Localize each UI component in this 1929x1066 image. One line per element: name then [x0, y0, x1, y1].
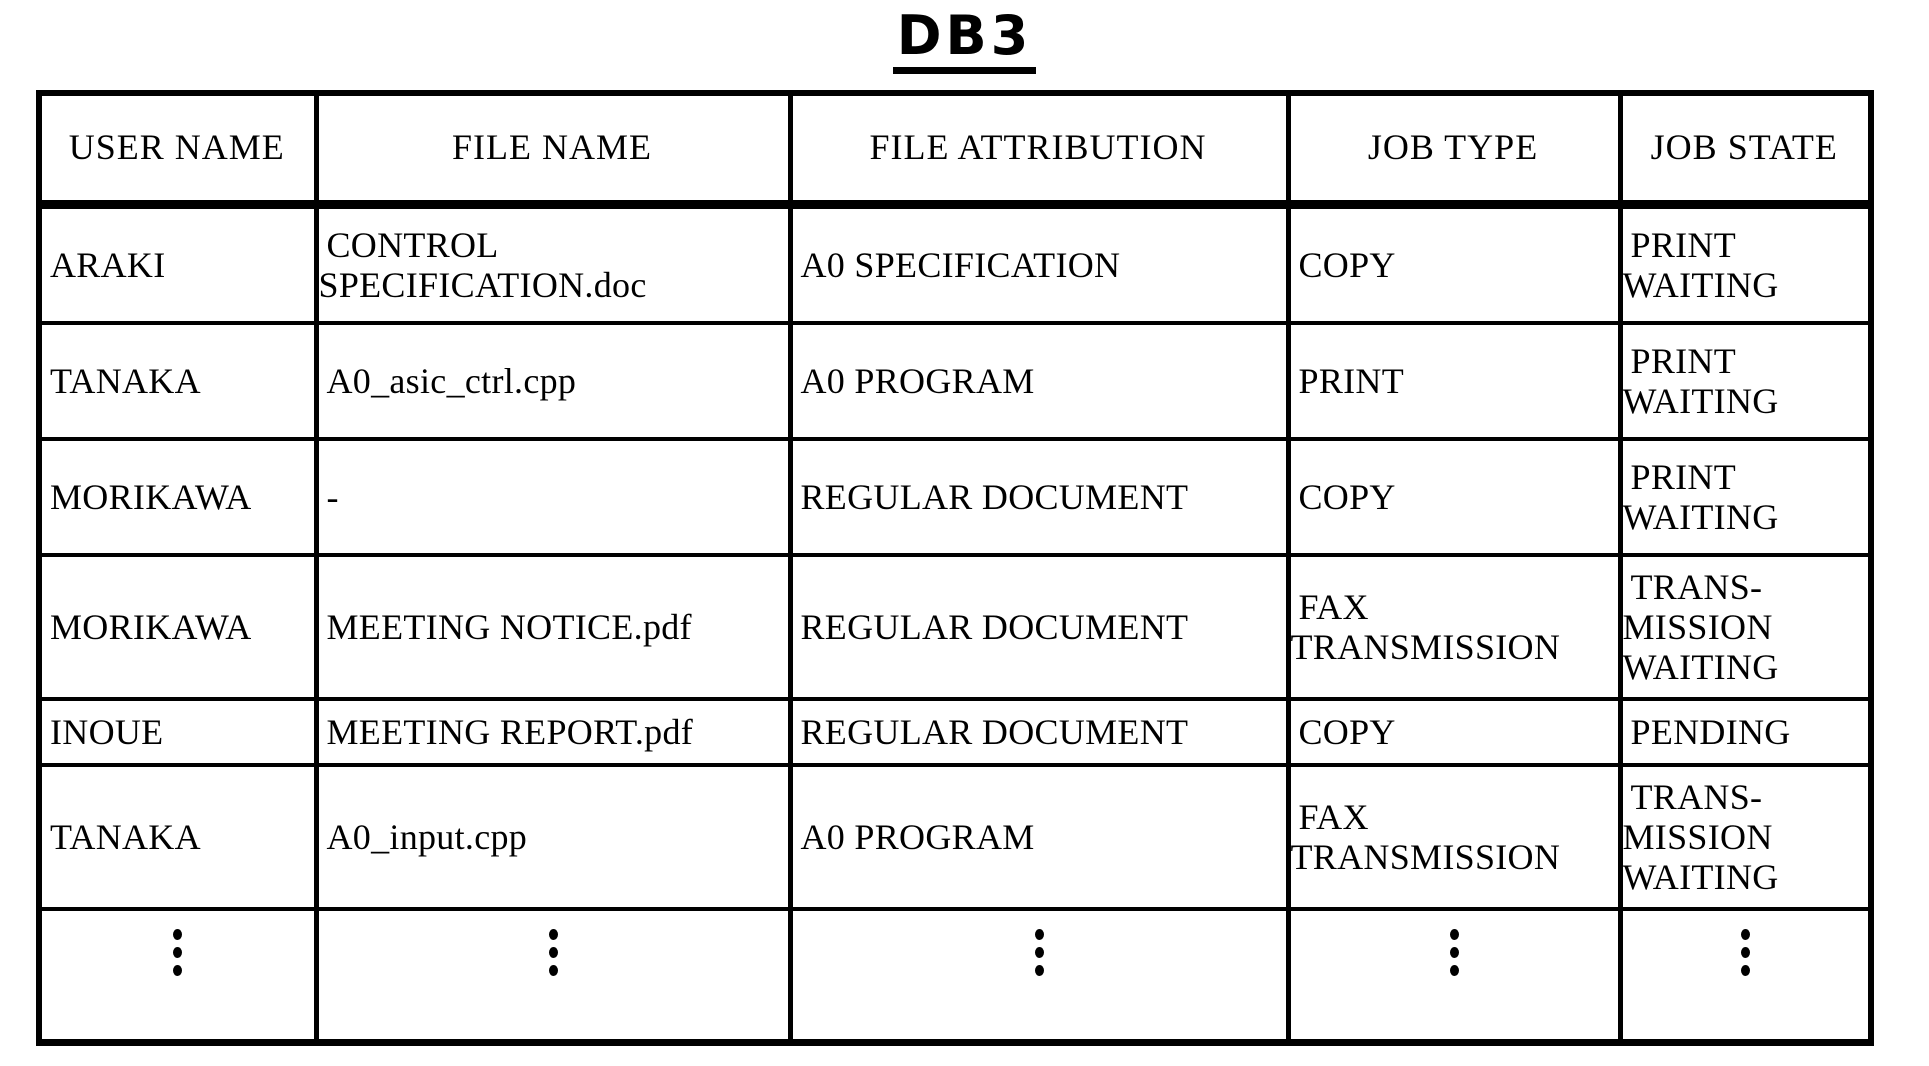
cell-file-attribution: REGULAR DOCUMENT [787, 553, 1288, 699]
cell-job-state: PENDING [1617, 697, 1871, 765]
column-header-job-state-label: JOB STATE [1650, 127, 1838, 168]
cell-file-attribution: A0 SPECIFICATION [787, 200, 1288, 323]
cell-file-attribution-text: REGULAR DOCUMENT [800, 711, 1189, 752]
cell-file-attribution-ellipsis [787, 907, 1288, 1043]
column-header-job-type: JOB TYPE [1285, 91, 1620, 205]
cell-user-name-ellipsis [39, 907, 316, 1043]
job-database-table: USER NAME FILE NAME FILE ATTRIBUTION JOB… [36, 90, 1874, 1046]
cell-job-state: PRINT WAITING [1617, 321, 1871, 439]
cell-file-attribution-text: A0 SPECIFICATION [800, 244, 1121, 285]
column-header-file-attribution: FILE ATTRIBUTION [787, 91, 1288, 205]
cell-job-state: TRANS- MISSION WAITING [1617, 553, 1871, 699]
cell-file-attribution: A0 PROGRAM [787, 321, 1288, 439]
table-row: TANAKA A0_asic_ctrl.cpp A0 PROGRAM PRINT… [39, 321, 1871, 439]
cell-user-name-text: TANAKA [50, 360, 201, 401]
table-continuation-row [39, 907, 1871, 1043]
cell-job-state-text: PRINT WAITING [1622, 224, 1779, 305]
cell-file-attribution-text: REGULAR DOCUMENT [800, 476, 1189, 517]
cell-job-type-ellipsis [1285, 907, 1620, 1043]
column-header-file-name: FILE NAME [313, 91, 790, 205]
cell-file-name: A0_asic_ctrl.cpp [313, 321, 790, 439]
cell-job-state: PRINT WAITING [1617, 437, 1871, 555]
cell-file-attribution: REGULAR DOCUMENT [787, 437, 1288, 555]
cell-job-state-text: PRINT WAITING [1622, 456, 1779, 537]
cell-file-name-text: A0_asic_ctrl.cpp [326, 360, 577, 401]
cell-job-type-text: FAX TRANSMISSION [1290, 796, 1561, 877]
cell-job-type-text: COPY [1298, 711, 1396, 752]
vertical-ellipsis-icon [42, 911, 314, 1039]
table-row: MORIKAWA MEETING NOTICE.pdf REGULAR DOCU… [39, 553, 1871, 699]
cell-job-state-ellipsis [1617, 907, 1871, 1043]
cell-job-type-text: FAX TRANSMISSION [1290, 586, 1561, 667]
cell-file-name: MEETING REPORT.pdf [313, 697, 790, 765]
cell-job-type: COPY [1285, 697, 1620, 765]
cell-file-name: CONTROL SPECIFICATION.doc [313, 200, 790, 323]
cell-user-name-text: INOUE [50, 711, 164, 752]
cell-job-state-text: TRANS- MISSION WAITING [1622, 776, 1779, 898]
table-row: INOUE MEETING REPORT.pdf REGULAR DOCUMEN… [39, 697, 1871, 765]
cell-file-attribution-text: A0 PROGRAM [800, 360, 1035, 401]
cell-file-attribution: REGULAR DOCUMENT [787, 697, 1288, 765]
cell-file-attribution-text: REGULAR DOCUMENT [800, 606, 1189, 647]
cell-file-name-text: CONTROL SPECIFICATION.doc [318, 224, 647, 305]
table-body: ARAKI CONTROL SPECIFICATION.doc A0 SPECI… [39, 200, 1871, 1043]
column-header-user-name: USER NAME [39, 91, 316, 205]
cell-file-name-text: A0_input.cpp [326, 816, 528, 857]
cell-job-type-text: COPY [1298, 476, 1396, 517]
patent-figure: DB3 USER NAME FILE NAME FILE ATTRIBUTION… [0, 0, 1929, 1066]
cell-file-name-text: MEETING REPORT.pdf [326, 711, 694, 752]
cell-job-state-text: PENDING [1630, 711, 1791, 752]
vertical-ellipsis-icon [1623, 911, 1869, 1039]
column-header-job-type-label: JOB TYPE [1367, 127, 1539, 168]
cell-file-attribution: A0 PROGRAM [787, 763, 1288, 909]
cell-job-state-text: PRINT WAITING [1622, 340, 1779, 421]
cell-user-name-text: MORIKAWA [50, 476, 252, 517]
cell-user-name-text: MORIKAWA [50, 606, 252, 647]
table-row: MORIKAWA - REGULAR DOCUMENT COPY PRINT W… [39, 437, 1871, 555]
cell-file-name-text: MEETING NOTICE.pdf [326, 606, 692, 647]
table-row: TANAKA A0_input.cpp A0 PROGRAM FAX TRANS… [39, 763, 1871, 909]
cell-job-type: COPY [1285, 437, 1620, 555]
cell-user-name: INOUE [39, 697, 316, 765]
vertical-ellipsis-icon [1291, 911, 1618, 1039]
cell-job-type: FAX TRANSMISSION [1285, 763, 1620, 909]
cell-file-attribution-text: A0 PROGRAM [800, 816, 1035, 857]
cell-user-name-text: ARAKI [50, 244, 166, 285]
cell-job-type: PRINT [1285, 321, 1620, 439]
cell-user-name: TANAKA [39, 321, 316, 439]
figure-title-label: DB3 [892, 7, 1037, 74]
table-row: ARAKI CONTROL SPECIFICATION.doc A0 SPECI… [39, 200, 1871, 323]
cell-job-state: TRANS- MISSION WAITING [1617, 763, 1871, 909]
cell-user-name: TANAKA [39, 763, 316, 909]
cell-user-name: MORIKAWA [39, 437, 316, 555]
cell-job-state-text: TRANS- MISSION WAITING [1622, 566, 1779, 688]
cell-job-type-text: COPY [1298, 244, 1396, 285]
cell-job-state: PRINT WAITING [1617, 200, 1871, 323]
column-header-user-name-label: USER NAME [68, 127, 285, 168]
vertical-ellipsis-icon [319, 911, 788, 1039]
figure-title: DB3 [0, 7, 1929, 74]
cell-user-name-text: TANAKA [50, 816, 201, 857]
column-header-file-name-label: FILE NAME [452, 127, 652, 168]
table-container: USER NAME FILE NAME FILE ATTRIBUTION JOB… [36, 90, 1874, 1046]
cell-file-name: - [313, 437, 790, 555]
cell-file-name-text: - [326, 476, 339, 517]
cell-file-name: MEETING NOTICE.pdf [313, 553, 790, 699]
cell-job-type: COPY [1285, 200, 1620, 323]
column-header-job-state: JOB STATE [1617, 91, 1871, 205]
cell-job-type-text: PRINT [1298, 360, 1405, 401]
table-header: USER NAME FILE NAME FILE ATTRIBUTION JOB… [39, 91, 1871, 205]
column-header-file-attribution-label: FILE ATTRIBUTION [869, 127, 1207, 168]
cell-file-name: A0_input.cpp [313, 763, 790, 909]
cell-user-name: MORIKAWA [39, 553, 316, 699]
header-row: USER NAME FILE NAME FILE ATTRIBUTION JOB… [39, 91, 1871, 205]
cell-job-type: FAX TRANSMISSION [1285, 553, 1620, 699]
cell-file-name-ellipsis [313, 907, 790, 1043]
vertical-ellipsis-icon [793, 911, 1286, 1039]
cell-user-name: ARAKI [39, 200, 316, 323]
